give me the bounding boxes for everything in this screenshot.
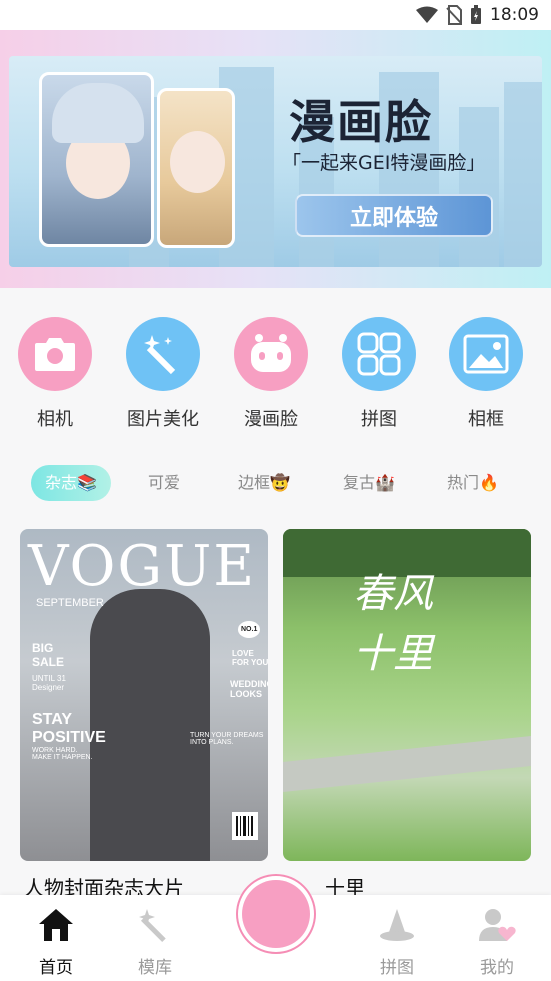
calligraphy-text: 春风十里 xyxy=(353,571,433,677)
nav-home[interactable]: 首页 xyxy=(21,907,91,978)
anime-card-silver xyxy=(39,72,154,247)
background-building xyxy=(459,107,499,267)
cover-wedding-looks: WEDDING LOOKS xyxy=(230,679,268,699)
nav-collage[interactable]: 拼图 xyxy=(362,907,432,978)
camera-icon xyxy=(18,317,92,391)
cover-no1-badge: NO.1 xyxy=(238,621,261,638)
person-figure xyxy=(90,589,210,861)
user-heart-icon xyxy=(479,909,516,941)
try-now-button[interactable]: 立即体验 xyxy=(295,194,493,237)
camera-shutter-button[interactable] xyxy=(236,874,316,954)
shortcut-comic-face[interactable]: 漫画脸 xyxy=(216,317,326,431)
home-icon xyxy=(39,909,73,941)
status-icons: 18:09 xyxy=(416,5,539,25)
road xyxy=(283,735,531,793)
barcode-icon xyxy=(232,812,258,840)
cover-stay-positive: STAY POSITIVE xyxy=(32,711,106,746)
banner-section: 漫画脸 「一起来GEI特漫画脸」 立即体验 xyxy=(0,30,551,288)
tab-border[interactable]: 边框🤠 xyxy=(238,465,290,501)
category-tabs: 杂志📚 可爱 边框🤠 复古🏰 热门🔥 xyxy=(0,465,551,503)
cover-turn-dreams: TURN YOUR DREAMS INTO PLANS. xyxy=(190,732,264,746)
picture-frame-icon xyxy=(449,317,523,391)
shutter-inner xyxy=(242,880,310,948)
wizard-hat-icon xyxy=(380,909,414,941)
shortcut-label: 图片美化 xyxy=(127,409,199,430)
cover-month: SEPTEMBER xyxy=(36,597,104,609)
template-card-magazine[interactable]: VOGUE SEPTEMBER BIG SALE UNTIL 31 Design… xyxy=(20,529,268,861)
cover-work-hard: WORK HARD. MAKE IT HAPPEN. xyxy=(32,747,93,761)
anime-card-blonde xyxy=(157,88,235,248)
tab-magazine[interactable]: 杂志📚 xyxy=(31,465,111,501)
shortcut-label: 漫画脸 xyxy=(244,409,298,430)
anime-face xyxy=(170,131,225,193)
cover-big-sale: BIG SALE xyxy=(32,641,65,669)
shortcut-photo-beautify[interactable]: 图片美化 xyxy=(108,317,218,431)
nav-label: 拼图 xyxy=(380,958,414,978)
shortcut-row: 相机 图片美化 漫画脸 拼图 相框 xyxy=(0,310,551,440)
status-bar: 18:09 xyxy=(0,0,551,30)
nav-profile[interactable]: 我的 xyxy=(462,907,532,978)
nav-label: 首页 xyxy=(39,958,73,978)
nav-label: 我的 xyxy=(480,958,514,978)
status-time: 18:09 xyxy=(490,5,539,25)
banner[interactable]: 漫画脸 「一起来GEI特漫画脸」 立即体验 xyxy=(9,56,542,267)
tab-hot[interactable]: 热门🔥 xyxy=(447,465,499,501)
shortcut-label: 相机 xyxy=(37,409,73,430)
robot-face-icon xyxy=(234,317,308,391)
grid-icon xyxy=(342,317,416,391)
background-building xyxy=(504,82,542,267)
magic-wand-icon xyxy=(126,317,200,391)
magazine-masthead: VOGUE xyxy=(28,534,257,599)
tab-cute[interactable]: 可爱 xyxy=(148,465,180,501)
shortcut-label: 拼图 xyxy=(361,409,397,430)
nav-template-library[interactable]: 模库 xyxy=(120,907,190,978)
banner-title: 漫画脸 xyxy=(289,95,433,149)
template-card-spring-breeze[interactable]: 春风十里 xyxy=(283,529,531,861)
banner-subtitle: 「一起来GEI特漫画脸」 xyxy=(282,152,486,174)
shortcut-frame[interactable]: 相框 xyxy=(431,317,541,431)
shortcut-camera[interactable]: 相机 xyxy=(0,317,110,431)
battery-icon xyxy=(471,5,481,24)
anime-hair xyxy=(52,83,144,143)
wifi-icon xyxy=(416,6,438,23)
shortcut-label: 相框 xyxy=(468,409,504,430)
cover-love-for-you: LOVE FOR YOU xyxy=(232,649,268,667)
magic-wand-icon xyxy=(139,909,166,943)
shortcut-collage[interactable]: 拼图 xyxy=(324,317,434,431)
cover-until: UNTIL 31 Designer xyxy=(32,674,66,692)
tab-retro[interactable]: 复古🏰 xyxy=(343,465,395,501)
no-sim-icon xyxy=(446,5,462,25)
nav-label: 模库 xyxy=(138,958,172,978)
